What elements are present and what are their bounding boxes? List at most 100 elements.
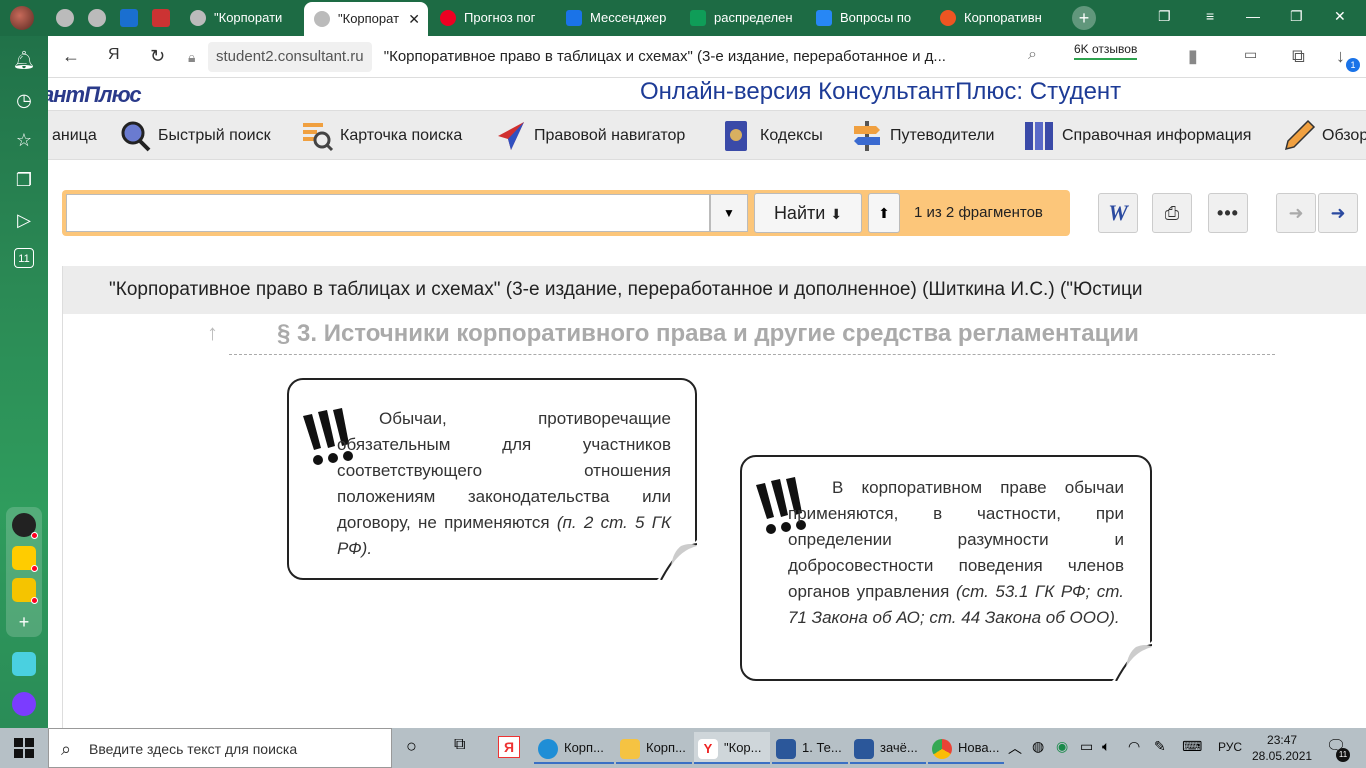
minimize-icon[interactable]: — [1246,8,1260,24]
pen-icon[interactable]: ✎ [1154,738,1166,755]
clock[interactable]: 23:47 28.05.2021 [1252,732,1312,764]
tab-2-active[interactable]: "Корпорат ✕ [304,2,428,36]
collections-icon[interactable]: ❐ [12,168,36,192]
export-word-button[interactable]: W [1098,193,1138,233]
product-title: Онлайн-версия КонсультантПлюс: Студент [640,78,1122,105]
menu-reviews[interactable]: Обзор [1282,119,1366,151]
tab-1[interactable]: "Корпорати [180,4,300,32]
find-button[interactable]: Найти ⬇ [754,193,862,233]
video-icon[interactable]: ▷ [12,208,36,232]
more-button[interactable]: ••• [1208,193,1248,233]
tab-6[interactable]: Вопросы по [806,4,928,32]
battery-icon: ▭ [1244,46,1258,62]
market-app-icon[interactable] [12,546,38,572]
tab-favicon-icon [190,10,206,26]
close-window-icon[interactable]: ✕ [1334,8,1346,25]
yandex-favicon-icon [940,10,956,26]
download-icon[interactable]: ↓ [1336,46,1345,67]
yandex-taskbar-icon[interactable]: Я [498,736,520,758]
taskbar-search[interactable]: ⌕ Введите здесь текст для поиска [48,728,392,768]
taskbar-app-yandex[interactable]: Y "Кор... [694,732,770,764]
back-icon[interactable]: ← [62,46,80,67]
taskbar-app-explorer[interactable]: Корп... [616,732,692,764]
profile-avatar[interactable] [10,6,34,30]
menu-label: аница [52,127,97,144]
url-box[interactable]: 🔒︎ student2.consultant.ru "Корпоративное… [188,42,1108,72]
taskbar-app-chrome[interactable]: Нова... [928,732,1004,764]
menu-quick-search[interactable]: Быстрый поиск [118,121,271,152]
document-search-bar: ▼ Найти ⬇ ⬆ 1 из 2 фрагментов [62,190,1070,236]
search-icon: ⌕ [61,739,72,759]
tray-app-icon[interactable]: ◉ [1056,738,1068,755]
menu-reference-info[interactable]: Справочная информация [1022,121,1251,151]
keyboard-icon[interactable]: ⌨ [1182,738,1202,755]
printer-icon: ⎙ [1164,203,1180,223]
restore-icon[interactable]: ❐ [1290,8,1303,25]
codes-book-icon [725,121,747,151]
tab-bar: "Корпорати "Корпорат ✕ Прогноз пог Мессен… [0,0,1366,36]
close-tab-icon[interactable]: ✕ [408,2,420,36]
menu-legal-navigator[interactable]: Правовой навигатор [494,121,685,151]
tab-label: Корпоративн [964,10,1042,25]
download-badge: 1 [1346,58,1360,72]
extensions-icon[interactable]: ⧉ [1292,46,1305,67]
windows-start-icon[interactable] [14,738,34,758]
wifi-icon[interactable]: ◠ [1128,738,1140,755]
pinned-tab-icon[interactable] [152,9,170,27]
brand-logo[interactable]: антПлюс [48,82,142,108]
document-search-input[interactable] [66,194,710,232]
menu-search-card[interactable]: Карточка поиска [300,121,462,152]
pin-window-icon[interactable]: ❐ [1158,8,1171,25]
tab-3[interactable]: Прогноз пог [430,4,554,32]
volume-icon[interactable]: 🔈︎ [1102,738,1110,755]
task-view-icon[interactable]: ⧉ [454,736,465,754]
reviews-badge[interactable]: 6K отзывов [1074,42,1138,60]
print-button[interactable]: ⎙ [1152,193,1192,233]
assistant-app-icon[interactable] [12,692,36,716]
find-previous-button[interactable]: ⬆ [868,193,900,233]
taskbar-app-word-2[interactable]: зачё... [850,732,926,764]
search-icon[interactable]: ⌕ [1028,46,1037,64]
bookmark-icon[interactable]: ▮ [1188,46,1198,67]
mail-app-icon[interactable] [12,578,38,604]
next-doc-button[interactable]: ➜ [1318,193,1358,233]
reference-binders-icon [1025,122,1053,150]
menu-home[interactable]: аница [48,121,97,151]
tab-4[interactable]: Мессенджер [556,4,678,32]
menu-icon[interactable]: ≡ [1206,8,1214,24]
taskbar-app-word-1[interactable]: 1. Те... [772,732,848,764]
menu-codes[interactable]: Кодексы [720,121,823,151]
navigator-icon [498,122,524,150]
messenger-app-icon[interactable] [12,652,36,676]
tray-app-icon[interactable]: ◍ [1032,738,1044,755]
document-title: "Корпоративное право в таблицах и схемах… [63,266,1366,314]
cortana-icon[interactable]: ○ [406,736,417,757]
arrow-up-icon: ⬆ [878,205,890,221]
reload-icon[interactable]: ↻ [150,46,165,67]
taskbar-app-edge[interactable]: Корп... [534,732,614,764]
pinned-tab-icon[interactable] [56,9,74,27]
pinned-tab-icon[interactable] [88,9,106,27]
new-tab-button[interactable]: + [1072,6,1096,30]
scroll-up-arrow-icon[interactable]: ↑ [207,320,218,346]
prev-doc-button[interactable]: ➜ [1276,193,1316,233]
alice-app-icon[interactable] [12,513,38,539]
history-icon[interactable]: ◷ [12,88,36,112]
outlook-tab-icon[interactable] [120,9,138,27]
search-history-dropdown[interactable]: ▼ [710,194,748,232]
bookmarks-icon[interactable]: ☆ [12,128,36,152]
menu-guides[interactable]: Путеводители [850,121,994,151]
tab-7[interactable]: Корпоративн [930,4,1056,32]
tray-chevron-up-icon[interactable]: ︿ [1008,738,1022,758]
add-app-icon[interactable]: + [12,610,36,634]
yandex-icon[interactable]: Я [108,46,120,64]
chrome-icon [932,739,952,759]
bell-icon[interactable]: 🔔︎ [12,48,36,72]
taskbar-app-label: "Кор... [724,740,762,755]
battery-icon[interactable]: ▭ [1080,738,1093,755]
tab-5[interactable]: распределен [680,4,804,32]
tabs-count-icon[interactable]: 11 [14,248,34,268]
note-card-2: В корпоративном праве обычаи применяются… [740,455,1152,681]
language-indicator[interactable]: РУС [1218,740,1242,754]
taskbar-app-label: 1. Те... [802,740,842,755]
